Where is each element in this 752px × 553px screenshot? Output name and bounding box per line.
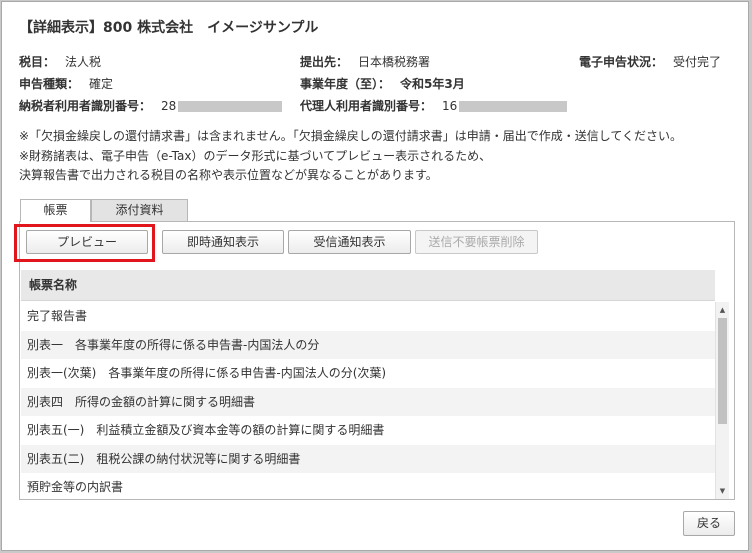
tax-item-label: 税目： (19, 55, 56, 69)
list-item[interactable]: 預貯金等の内訳書 (21, 473, 715, 499)
taxpayer-id-info: 納税者利用者識別番号： 28 (19, 97, 283, 114)
redaction-mask (178, 101, 283, 112)
scroll-thumb[interactable] (718, 318, 727, 424)
fiscal-year-label: 事業年度（至）： (300, 77, 391, 91)
delete-unneeded-forms-button[interactable]: 送信不要帳票削除 (415, 230, 538, 254)
tab-attachments[interactable]: 添付資料 (91, 199, 188, 221)
fiscal-year-info: 事業年度（至）： 令和5年3月 (300, 75, 465, 92)
list-item[interactable]: 別表五(一) 利益積立金額及び資本金等の額の計算に関する明細書 (21, 416, 715, 445)
scroll-up-icon[interactable]: ▲ (716, 304, 729, 316)
receipt-notice-button[interactable]: 受信通知表示 (288, 230, 411, 254)
tax-item-info: 税目： 法人税 (19, 53, 101, 70)
list-header: 帳票名称 (21, 270, 715, 301)
filing-type-info: 申告種類： 確定 (19, 75, 113, 92)
efile-status-label: 電子申告状況： (579, 55, 664, 69)
preview-highlight-box (14, 224, 155, 262)
back-button[interactable]: 戻る (683, 511, 735, 536)
agent-id-value: 16 (442, 99, 458, 113)
notes: ※「欠損金繰戻しの還付請求書」は含まれません。「欠損金繰戻しの還付請求書」は申請… (19, 127, 682, 186)
dialog-title: 【詳細表示】800 株式会社 イメージサンプル (19, 20, 319, 36)
filing-type-value: 確定 (89, 77, 114, 91)
agent-id-label: 代理人利用者識別番号： (300, 99, 433, 113)
scroll-down-icon[interactable]: ▼ (716, 485, 729, 497)
list-item[interactable]: 別表一(次葉) 各事業年度の所得に係る申告書-内国法人の分(次葉) (21, 359, 715, 388)
redaction-mask (459, 101, 568, 112)
form-list: 完了報告書 別表一 各事業年度の所得に係る申告書-内国法人の分 別表一(次葉) … (21, 302, 715, 499)
list-scrollbar[interactable]: ▲ ▼ (715, 302, 729, 499)
taxpayer-id-label: 納税者利用者識別番号： (19, 99, 152, 113)
list-item[interactable]: 別表四 所得の金額の計算に関する明細書 (21, 387, 715, 416)
note-line: ※財務諸表は、電子申告（e-Tax）のデータ形式に基づいてプレビュー表示されるた… (19, 148, 492, 163)
list-item[interactable]: 別表五(二) 租税公課の納付状況等に関する明細書 (21, 444, 715, 473)
taxpayer-id-value: 28 (161, 99, 177, 113)
agent-id-info: 代理人利用者識別番号： 16 (300, 97, 568, 114)
list-item[interactable]: 別表一 各事業年度の所得に係る申告書-内国法人の分 (21, 330, 715, 359)
tax-item-value: 法人税 (65, 55, 102, 69)
tab-forms[interactable]: 帳票 (20, 199, 91, 222)
note-line: ※「欠損金繰戻しの還付請求書」は含まれません。「欠損金繰戻しの還付請求書」は申請… (19, 129, 682, 143)
detail-dialog: 【詳細表示】800 株式会社 イメージサンプル 税目： 法人税 提出先： 日本橋税務… (1, 1, 749, 551)
efile-status-info: 電子申告状況： 受付完了 (579, 53, 721, 70)
efile-status-value: 受付完了 (673, 55, 722, 69)
note-line: 決算報告書で出力される税目の名称や表示位置などが異なることがあります。 (19, 168, 438, 182)
submit-to-info: 提出先： 日本橋税務署 (300, 53, 430, 70)
filing-type-label: 申告種類： (19, 77, 80, 91)
list-item[interactable]: 完了報告書 (21, 302, 715, 331)
fiscal-year-value: 令和5年3月 (400, 77, 465, 91)
submit-to-value: 日本橋税務署 (358, 55, 431, 69)
instant-notice-button[interactable]: 即時通知表示 (162, 230, 284, 254)
submit-to-label: 提出先： (300, 55, 349, 69)
